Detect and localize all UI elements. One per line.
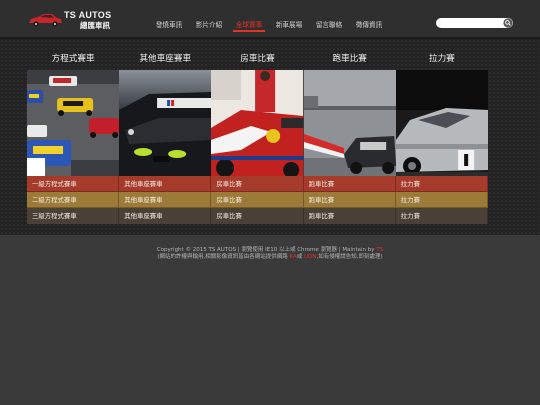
site-header: TS AUTOS 總匯車訊 發燒車訊 影片介紹 全球賽事 新車展場 留言聯絡 徵… [0,0,540,39]
brand-subtitle[interactable]: 總匯車訊 [80,20,110,31]
category-headings: 方程式賽車 其他車座賽車 房車比賽 跑車比賽 拉力賽 [27,50,488,70]
notice-text: (網站的許權與輸用,相關影像資訊皆由各網站提供網路 [157,254,290,260]
search-icon[interactable] [503,18,513,28]
nav-item-videos[interactable]: 影片介紹 [194,19,224,29]
sub-link-f3[interactable]: 三級方程式賽車 [27,208,120,224]
sub-link-f2[interactable]: 二級方程式賽車 [27,192,120,208]
nav-item-contact[interactable]: 留言聯絡 [314,19,344,29]
nav-item-jobs[interactable]: 徵傳資訊 [354,19,384,29]
sub-link-sports-car[interactable]: 跑車比賽 [304,208,396,224]
sub-links-row-2: 二級方程式賽車 其他車座賽車 房車比賽 跑車比賽 拉力賽 [27,192,488,208]
brand-name[interactable]: TS AUTOS [64,10,111,20]
sub-link-rally[interactable]: 拉力賽 [396,208,488,224]
sub-link-touring[interactable]: 其他車座賽車 [119,192,212,208]
source-link-ka[interactable]: KA [290,254,297,260]
sub-link-sedan[interactable]: 房車比賽 [211,208,304,224]
red-sports-car-logo[interactable] [27,12,63,28]
notice-text-end: ,如有侵權請告知,即刻處理) [316,254,383,260]
sub-link-rally[interactable]: 拉力賽 [395,192,488,208]
nav-item-new-car-show[interactable]: 新車展場 [274,19,304,29]
touring-race-photo[interactable] [119,70,212,176]
rally-race-photo[interactable] [395,70,488,176]
main-nav: 發燒車訊 影片介紹 全球賽事 新車展場 留言聯絡 徵傳資訊 [154,19,394,32]
category-heading-other-touring[interactable]: 其他車座賽車 [119,50,211,70]
category-photos [27,70,488,176]
sub-link-sports-car[interactable]: 跑車比賽 [303,176,396,192]
category-heading-sedan[interactable]: 房車比賽 [211,50,303,70]
sports-car-race-photo[interactable] [303,70,396,176]
sub-link-f1[interactable]: 一級方程式賽車 [27,176,120,192]
copyright-line: Copyright © 2015 TS AUTOS | 瀏覽使用 IE10 以上… [0,247,540,254]
sub-link-sedan[interactable]: 房車比賽 [211,192,304,208]
copyright-text: Copyright © 2015 TS AUTOS | 瀏覽使用 IE10 以上… [156,247,377,253]
sub-links-row-3: 三級方程式賽車 其他車座賽車 房車比賽 跑車比賽 拉力賽 [27,208,488,224]
sub-link-rally[interactable]: 拉力賽 [395,176,488,192]
sub-link-touring[interactable]: 其他車座賽車 [119,176,212,192]
category-heading-sports-car[interactable]: 跑車比賽 [304,50,396,70]
sub-link-touring[interactable]: 其他車座賽車 [119,208,212,224]
sedan-race-photo[interactable] [211,70,304,176]
sub-link-sedan[interactable]: 房車比賽 [211,176,304,192]
source-link-udn[interactable]: UDN [304,254,316,260]
category-heading-rally[interactable]: 拉力賽 [396,50,488,70]
maintainer-link[interactable]: TS [376,247,383,253]
nav-item-global-races[interactable]: 全球賽事 [233,19,265,32]
category-heading-formula[interactable]: 方程式賽車 [27,50,119,70]
nav-item-hot-news[interactable]: 發燒車訊 [154,19,184,29]
sub-link-sports-car[interactable]: 跑車比賽 [303,192,396,208]
notice-line: (網站的許權與輸用,相關影像資訊皆由各網站提供網路 KA或 UDN,如有侵權請告… [0,254,540,261]
notice-text-middle: 或 [296,254,305,260]
search-input[interactable] [436,18,513,28]
sub-links-row-1: 一級方程式賽車 其他車座賽車 房車比賽 跑車比賽 拉力賽 [27,176,488,192]
site-footer: Copyright © 2015 TS AUTOS | 瀏覽使用 IE10 以上… [0,247,540,261]
formula-race-photo[interactable] [27,70,120,176]
race-category-grid: 方程式賽車 其他車座賽車 房車比賽 跑車比賽 拉力賽 一級方程式賽車 其他車座賽… [27,50,488,224]
